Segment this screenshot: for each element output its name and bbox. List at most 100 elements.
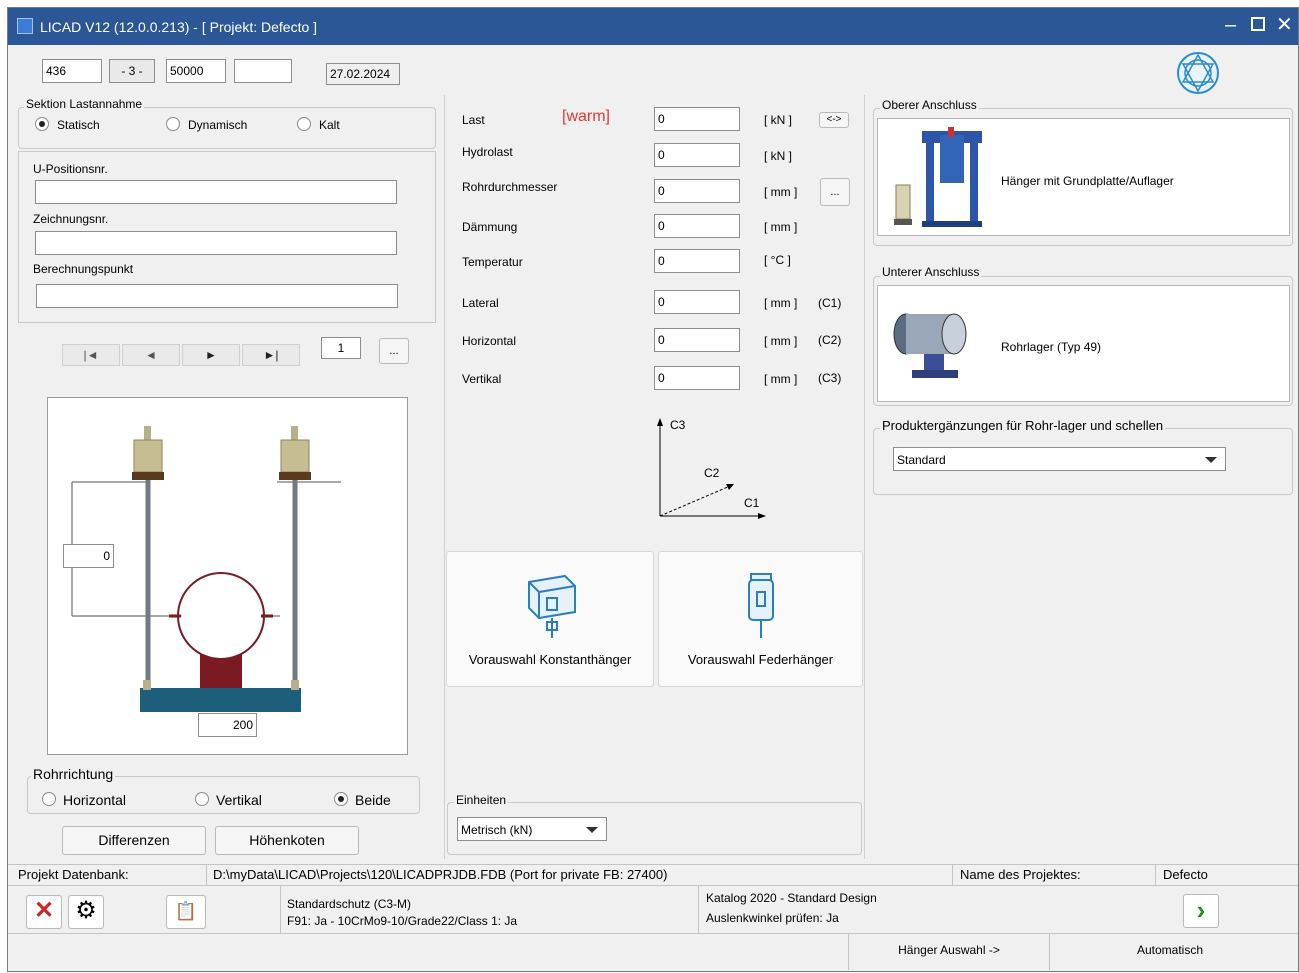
param-label-lateral: Lateral: [462, 296, 499, 310]
clipboard-icon[interactable]: 📋: [166, 895, 206, 929]
param-input-horizontal[interactable]: 0: [654, 328, 740, 352]
separator-field: - 3 -: [109, 59, 155, 83]
param-input-last[interactable]: 0: [654, 107, 740, 131]
maximize-icon[interactable]: [1251, 17, 1265, 31]
status-separator: [952, 865, 953, 885]
federhaenger-button[interactable]: Vorauswahl Federhänger: [658, 551, 863, 687]
swap-button[interactable]: <->: [819, 112, 849, 128]
katalog-line1: Katalog 2020 - Standard Design: [706, 891, 877, 905]
haenger-auswahl-button[interactable]: Hänger Auswahl ->: [848, 934, 1049, 970]
berechnung-input[interactable]: [36, 284, 398, 308]
produkt-dropdown[interactable]: Standard: [893, 447, 1226, 471]
param-input-hydrolast[interactable]: 0: [654, 143, 740, 167]
radio-vertikal[interactable]: [195, 792, 209, 806]
axis-c1-label: C1: [744, 496, 760, 510]
param-label-daemmung: Dämmung: [462, 220, 518, 234]
param-input-vertikal[interactable]: 0: [654, 366, 740, 390]
app-icon: [17, 18, 33, 34]
next-arrow-icon[interactable]: ›: [1183, 894, 1219, 928]
db-path: D:\myData\LICAD\Projects\120\LICADPRJDB.…: [213, 867, 668, 882]
radio-beide-label: Beide: [355, 792, 391, 808]
unterer-dropdown[interactable]: Rohrlager (Typ 49): [877, 285, 1290, 402]
radio-statisch-label: Statisch: [57, 118, 100, 132]
date-field: 27.02.2024: [326, 63, 400, 85]
einheiten-dropdown[interactable]: Metrisch (kN): [457, 817, 607, 841]
project-number-field[interactable]: 436: [42, 59, 102, 83]
status-separator: [206, 865, 207, 885]
u-pos-input[interactable]: [35, 180, 397, 204]
unterer-product-image: [893, 313, 967, 378]
param-label-temperatur: Temperatur: [462, 255, 523, 269]
radio-dynamisch-label: Dynamisch: [188, 118, 248, 132]
param-unit-daemmung: [ mm ]: [764, 220, 798, 234]
produkt-title: Produktergänzungen für Rohr-lager und sc…: [880, 418, 1166, 433]
minimize-icon[interactable]: –: [1225, 14, 1236, 36]
axis-c3-label: C3: [670, 418, 686, 432]
radio-dynamisch[interactable]: [166, 117, 180, 131]
rohrrichtung-title: Rohrrichtung: [31, 766, 116, 782]
radio-horizontal[interactable]: [42, 792, 56, 806]
height-value-field[interactable]: 0: [63, 544, 114, 568]
param-unit-temperatur: [ °C ]: [764, 253, 791, 267]
oberer-dropdown[interactable]: Hänger mit Grundplatte/Auflager: [877, 118, 1290, 236]
nav-last-button[interactable]: ►|: [242, 344, 300, 366]
berechnung-label: Berechnungspunkt: [33, 262, 134, 276]
radio-beide[interactable]: [334, 792, 348, 806]
differenzen-button[interactable]: Differenzen: [62, 826, 206, 855]
param-input-rohrdurchmesser[interactable]: 0: [654, 179, 740, 203]
param-input-lateral[interactable]: 0: [654, 290, 740, 314]
einheiten-value: Metrisch (kN): [461, 823, 533, 837]
param-label-horizontal: Horizontal: [462, 334, 517, 348]
oberer-title: Oberer Anschluss: [880, 98, 979, 112]
width-value-field[interactable]: 200: [198, 713, 257, 737]
axis-c2-label: C2: [704, 466, 720, 480]
gear-icon[interactable]: ⚙: [68, 895, 104, 929]
diameter-more-button[interactable]: ...: [820, 178, 850, 206]
chevron-down-icon: [586, 827, 598, 833]
radio-vertikal-label: Vertikal: [216, 792, 262, 808]
hoehenkoten-button[interactable]: Höhenkoten: [215, 826, 359, 855]
nav-first-button[interactable]: |◄: [62, 344, 120, 366]
konstanthaenger-label: Vorauswahl Konstanthänger: [468, 652, 632, 667]
radio-statisch[interactable]: [35, 117, 49, 131]
warm-label: [warm]: [562, 108, 610, 125]
db-label: Projekt Datenbank:: [18, 867, 129, 882]
param-label-vertikal: Vertikal: [462, 372, 502, 386]
schutz-line1: Standardschutz (C3-M): [287, 897, 412, 911]
param-unit-rohrdurchmesser: [ mm ]: [764, 185, 798, 199]
page-number-field[interactable]: 1: [321, 337, 361, 359]
cancel-x-icon[interactable]: ✕: [26, 895, 62, 929]
unterer-value: Rohrlager (Typ 49): [1001, 340, 1102, 354]
federhaenger-icon: [748, 573, 774, 638]
param-unit-hydrolast: [ kN ]: [764, 149, 793, 163]
radio-kalt[interactable]: [297, 117, 311, 131]
zeichnung-input[interactable]: [35, 231, 397, 255]
param-input-daemmung[interactable]: 0: [654, 214, 740, 238]
param-input-temperatur[interactable]: 0: [654, 249, 740, 273]
param-unit-lateral: [ mm ]: [764, 296, 798, 310]
unterer-title: Unterer Anschluss: [880, 265, 982, 279]
window-title: LICAD V12 (12.0.0.213) - [ Projekt: Defe…: [40, 19, 318, 35]
project-name-value: Defecto: [1163, 867, 1208, 882]
param-axis-lateral: (C1): [818, 296, 842, 310]
katalog-line2: Auslenkwinkel prüfen: Ja: [706, 911, 839, 925]
nav-next-button[interactable]: ►: [182, 344, 240, 366]
extra-field[interactable]: [234, 59, 292, 83]
status-separator: [1155, 865, 1156, 885]
project-name-label: Name des Projektes:: [960, 867, 1081, 882]
nav-more-button[interactable]: ...: [379, 338, 409, 364]
param-label-last: Last: [462, 113, 485, 127]
param-unit-vertikal: [ mm ]: [764, 372, 798, 386]
automatisch-button[interactable]: Automatisch: [1049, 934, 1290, 970]
radio-horizontal-label: Horizontal: [63, 792, 127, 808]
status-divider: [8, 885, 1298, 886]
konstanthaenger-button[interactable]: Vorauswahl Konstanthänger: [446, 551, 654, 687]
federhaenger-label: Vorauswahl Federhänger: [687, 652, 834, 667]
close-icon[interactable]: ✕: [1276, 14, 1293, 36]
param-unit-horizontal: [ mm ]: [764, 334, 798, 348]
radio-kalt-label: Kalt: [319, 118, 340, 132]
position-field[interactable]: 50000: [166, 59, 226, 83]
einheiten-title: Einheiten: [454, 793, 509, 807]
param-label-rohrdurchmesser: Rohrdurchmesser: [462, 180, 558, 194]
nav-prev-button[interactable]: ◄: [122, 344, 180, 366]
